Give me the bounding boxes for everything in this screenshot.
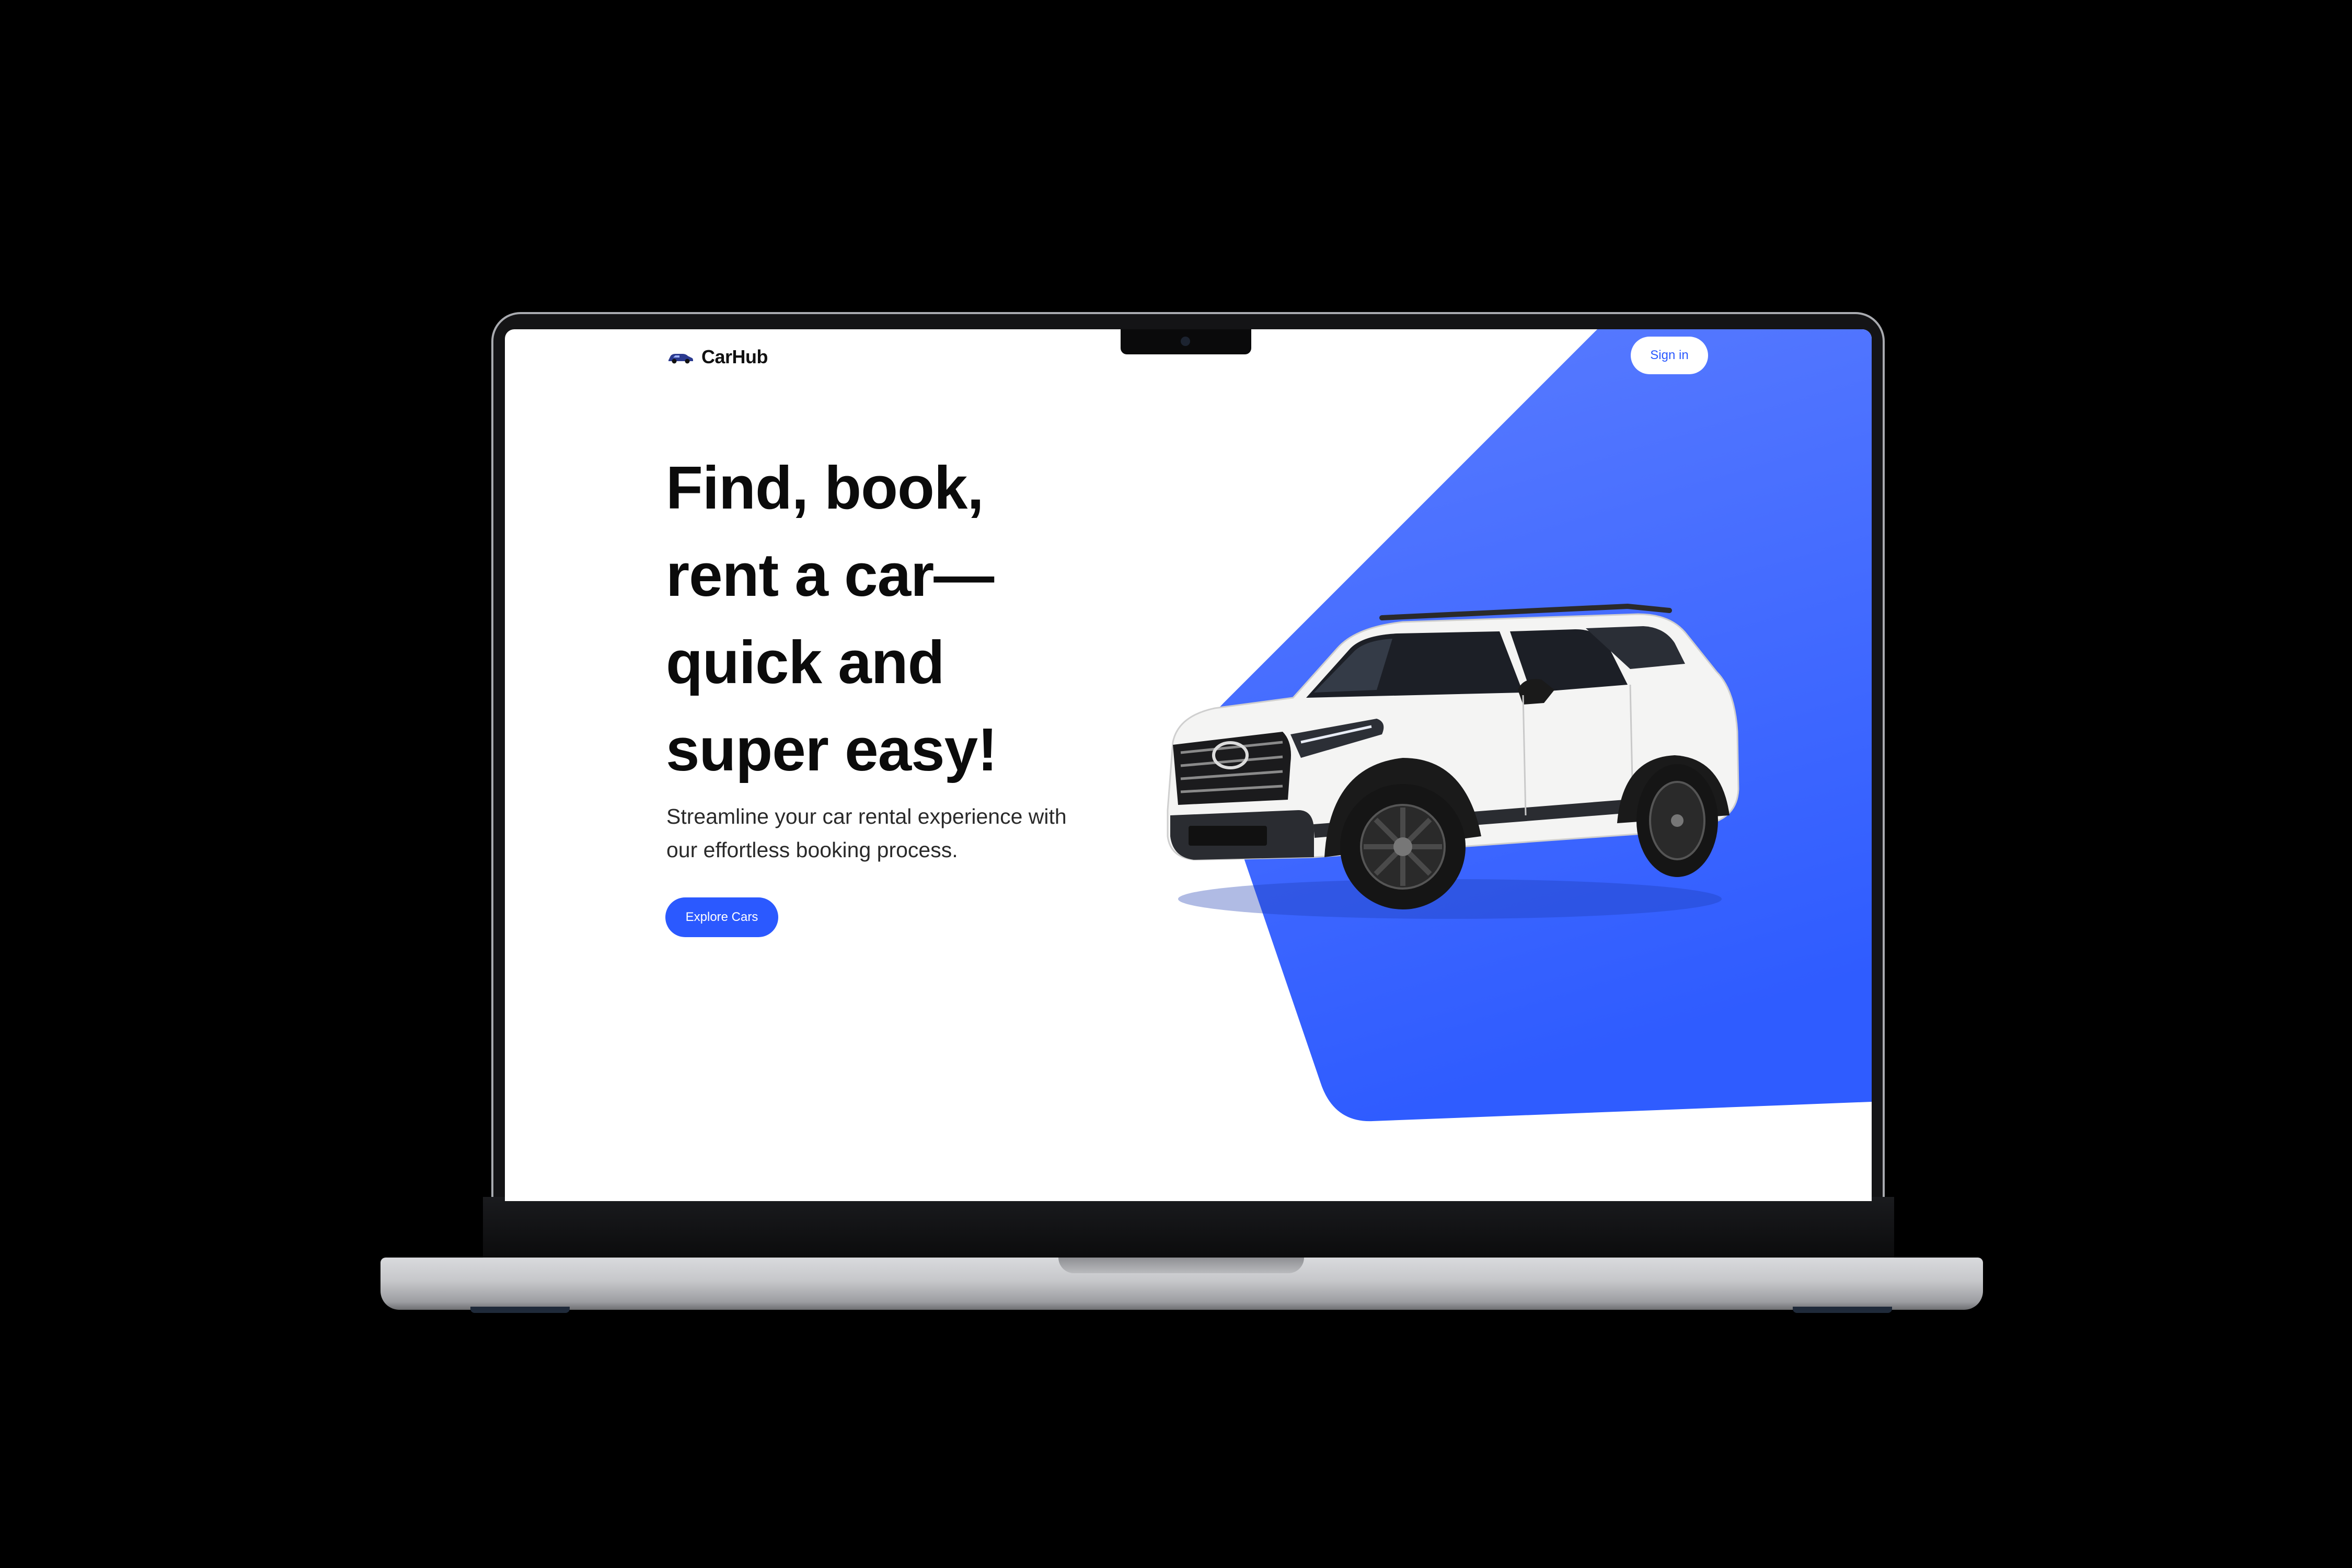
hero-headline: Find, book, rent a car— quick and super … <box>666 444 1136 793</box>
hero-subtitle: Streamline your car rental experience wi… <box>666 800 1137 867</box>
car-icon <box>668 354 693 364</box>
signin-button[interactable]: Sign in <box>1631 337 1708 374</box>
headline-line: quick and <box>666 628 944 696</box>
laptop-hinge-notch <box>1058 1258 1304 1273</box>
laptop-bezel <box>483 1197 1894 1260</box>
logo[interactable]: CarHub <box>667 346 768 368</box>
brand-name: CarHub <box>701 346 768 367</box>
subtitle-line: Streamline your car rental experience wi… <box>666 804 1067 828</box>
suv-car-image <box>1167 603 1739 919</box>
explore-cars-button[interactable]: Explore Cars <box>665 897 778 937</box>
camera-notch <box>1121 329 1251 354</box>
headline-line: Find, book, <box>666 454 984 522</box>
laptop-foot <box>470 1307 570 1313</box>
app-screen: CarHub Sign in Find, book, rent a car— q… <box>505 329 1872 1201</box>
laptop-foot <box>1793 1307 1892 1313</box>
headline-line: super easy! <box>666 716 998 783</box>
headline-line: rent a car— <box>666 541 994 609</box>
subtitle-line: our effortless booking process. <box>666 838 958 862</box>
camera-icon <box>1181 337 1190 346</box>
